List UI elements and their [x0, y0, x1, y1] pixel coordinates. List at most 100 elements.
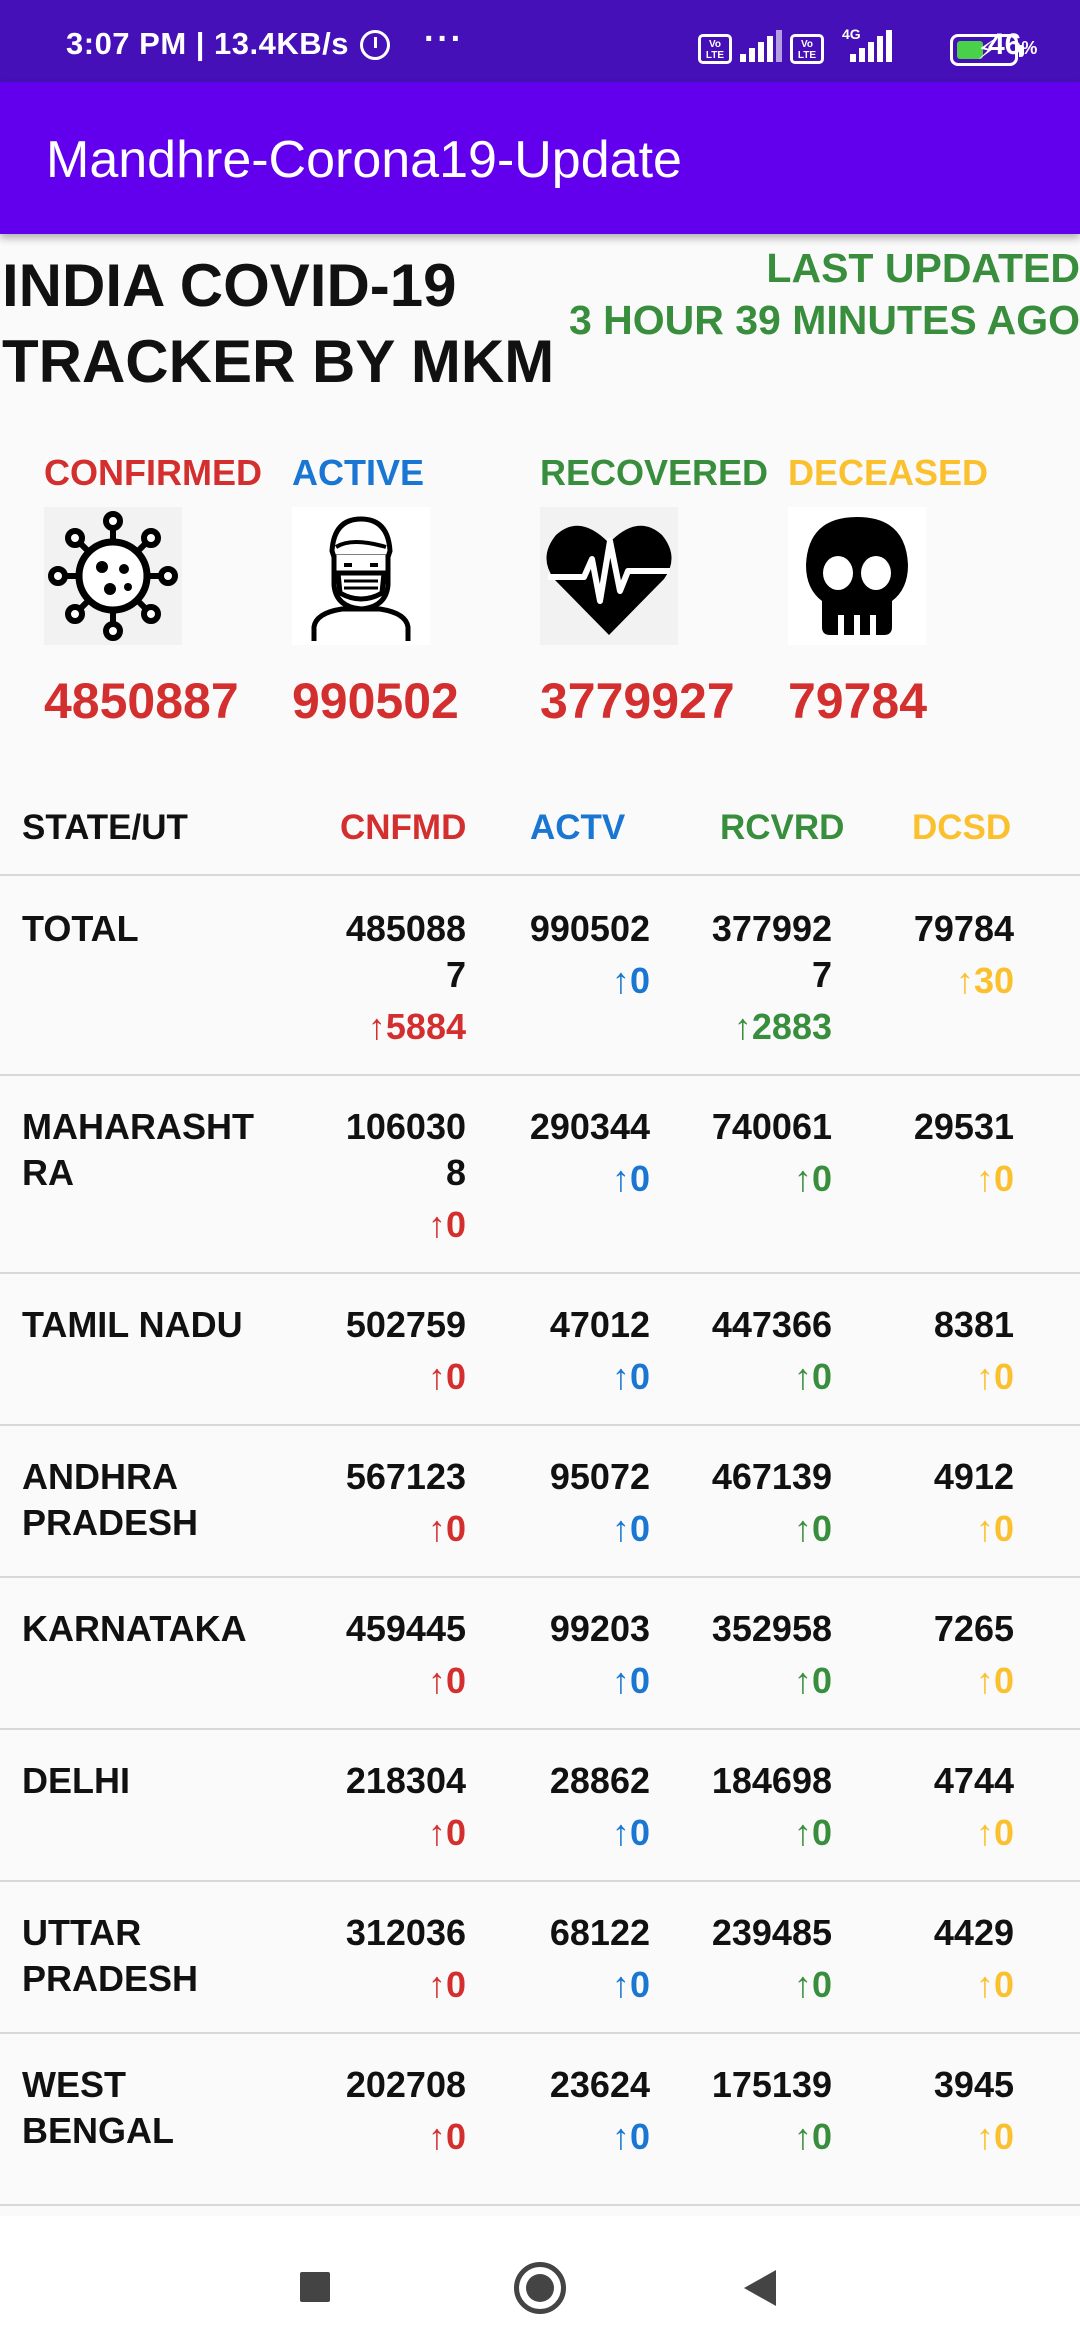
rcvrd-value: 239485	[711, 1912, 832, 1953]
actv-value: 47012	[549, 1304, 650, 1345]
table-row[interactable]: TAMIL NADU 502759 ↑0 47012 ↑0 447366 ↑0 8381 ↑0	[0, 1274, 1080, 1426]
rcvrd-delta: ↑0	[793, 1812, 832, 1853]
home-circle-icon[interactable]	[514, 2262, 566, 2314]
actv-delta: ↑0	[611, 1812, 650, 1853]
heart-pulse-icon	[540, 507, 678, 645]
table-row[interactable]: DELHI 218304 ↑0 28862 ↑0 184698 ↑0 4744 ↑0	[0, 1730, 1080, 1882]
header-cnfmd: CNFMD	[340, 808, 467, 847]
signal-icon-2	[850, 30, 894, 62]
recovered-value: 3779927	[540, 673, 735, 729]
last-updated-time: 3 HOUR 39 MINUTES AGO	[568, 297, 1080, 343]
rcvrd-value: 447366	[711, 1304, 832, 1345]
navigation-bar	[0, 2216, 1080, 2340]
cnfmd-delta: ↑0	[427, 1204, 466, 1245]
alarm-icon	[360, 30, 390, 60]
rcvrd-value: 175139	[711, 2064, 832, 2105]
dcsd-value: 4912	[933, 1456, 1014, 1497]
header-state: STATE/UT	[22, 808, 188, 847]
cnfmd-value: 202708	[345, 2064, 466, 2105]
page-title-line-2: TRACKER BY MKM	[2, 328, 555, 395]
last-updated: LAST UPDATED 3 HOUR 39 MINUTES AGO	[520, 242, 1080, 346]
cnfmd-value: 218304	[345, 1760, 466, 1801]
recovered-label: RECOVERED	[540, 452, 769, 493]
rcvrd-delta: ↑0	[793, 1964, 832, 2005]
battery-percent: 46%	[988, 28, 1038, 61]
actv-delta: ↑0	[611, 2116, 650, 2157]
cnfmd-value: 567123	[345, 1456, 466, 1497]
table-header: STATE/UT CNFMD ACTV RCVRD DCSD	[0, 800, 1080, 876]
dcsd-delta: ↑0	[975, 1660, 1014, 1701]
dcsd-delta: ↑0	[975, 1964, 1014, 2005]
state-name: TAMIL NADU	[22, 1304, 243, 1345]
actv-delta: ↑0	[611, 1356, 650, 1397]
table-row[interactable]: KARNATAKA 459445 ↑0 99203 ↑0 352958 ↑0 7265 ↑0	[0, 1578, 1080, 1730]
actv-value: 28862	[549, 1760, 650, 1801]
state-name: TOTAL	[22, 908, 139, 949]
rcvrd-value: 740061	[711, 1106, 832, 1147]
dcsd-value: 79784	[913, 908, 1014, 949]
recents-square-icon[interactable]	[300, 2272, 330, 2302]
cnfmd-delta: ↑0	[427, 1964, 466, 2005]
state-name: UTTAR PRADESH	[22, 1912, 199, 1999]
actv-delta: ↑0	[611, 1660, 650, 1701]
dcsd-value: 3945	[933, 2064, 1014, 2105]
cnfmd-value: 106030 8	[345, 1106, 466, 1193]
dcsd-delta: ↑0	[975, 1508, 1014, 1549]
signal-icon	[740, 30, 784, 62]
actv-value: 68122	[549, 1912, 650, 1953]
state-name: KARNATAKA	[22, 1608, 247, 1649]
table-row[interactable]: TOTAL 485088 7 ↑5884 990502 ↑0 377992 7 ↑2883 7…	[0, 878, 1080, 1076]
actv-delta: ↑0	[611, 1508, 650, 1549]
rcvrd-delta: ↑0	[793, 1508, 832, 1549]
table-row[interactable]: ANDHRA PRADESH 567123 ↑0 95072 ↑0 467139 ↑0 491…	[0, 1426, 1080, 1578]
confirmed-label: CONFIRMED	[44, 452, 262, 493]
header-dcsd: DCSD	[912, 808, 1012, 847]
table-row[interactable]: UTTAR PRADESH 312036 ↑0 68122 ↑0 239485 ↑0 4429…	[0, 1882, 1080, 2034]
last-updated-label: LAST UPDATED	[766, 245, 1080, 291]
actv-value: 23624	[549, 2064, 650, 2105]
active-label: ACTIVE	[292, 452, 425, 493]
dcsd-value: 8381	[933, 1304, 1014, 1345]
active-value: 990502	[292, 673, 459, 729]
actv-value: 99203	[549, 1608, 650, 1649]
rcvrd-value: 377992 7	[711, 908, 832, 995]
rcvrd-delta: ↑2883	[733, 1006, 832, 1047]
cnfmd-delta: ↑0	[427, 1812, 466, 1853]
rcvrd-delta: ↑0	[793, 1158, 832, 1199]
dcsd-value: 4744	[933, 1760, 1014, 1801]
state-name: DELHI	[22, 1760, 130, 1801]
cnfmd-delta: ↑0	[427, 1356, 466, 1397]
app-bar: Mandhre-Corona19-Update	[0, 82, 1080, 234]
cnfmd-value: 459445	[345, 1608, 466, 1649]
back-triangle-icon[interactable]	[744, 2270, 776, 2306]
skull-icon	[788, 507, 926, 645]
rcvrd-value: 352958	[711, 1608, 832, 1649]
volte-icon-2: Vo LTE	[790, 34, 824, 64]
actv-delta: ↑0	[611, 1158, 650, 1199]
status-time: 3:07 PM | 13.4KB/s	[66, 26, 350, 61]
rcvrd-delta: ↑0	[793, 1356, 832, 1397]
deceased-label: DECEASED	[788, 452, 989, 493]
rcvrd-delta: ↑0	[793, 1660, 832, 1701]
header-actv: ACTV	[530, 808, 626, 847]
cnfmd-delta: ↑0	[427, 1660, 466, 1701]
table-row[interactable]: WEST BENGAL 202708 ↑0 23624 ↑0 175139 ↑0 3945 ↑0	[0, 2034, 1080, 2206]
status-bar: 3:07 PM | 13.4KB/s ··· Vo LTE Vo LTE 4G …	[0, 0, 1080, 82]
app-title: Mandhre-Corona19-Update	[46, 131, 682, 189]
rcvrd-value: 467139	[711, 1456, 832, 1497]
dcsd-delta: ↑0	[975, 1812, 1014, 1853]
actv-value: 95072	[549, 1456, 650, 1497]
dcsd-value: 4429	[933, 1912, 1014, 1953]
dcsd-value: 29531	[913, 1106, 1014, 1147]
dcsd-delta: ↑0	[975, 2116, 1014, 2157]
deceased-value: 79784	[788, 673, 928, 729]
rcvrd-delta: ↑0	[793, 2116, 832, 2157]
state-name: ANDHRA PRADESH	[22, 1456, 199, 1543]
page-title: INDIA COVID-19 TRACKER BY MKM	[2, 248, 554, 400]
rcvrd-value: 184698	[711, 1760, 832, 1801]
table-row[interactable]: MAHARASHT RA 106030 8 ↑0 290344 ↑0 740061 ↑0 29…	[0, 1076, 1080, 1274]
actv-value: 290344	[529, 1106, 650, 1147]
cnfmd-value: 502759	[345, 1304, 466, 1345]
cnfmd-delta: ↑0	[427, 1508, 466, 1549]
cnfmd-delta: ↑5884	[367, 1006, 466, 1047]
